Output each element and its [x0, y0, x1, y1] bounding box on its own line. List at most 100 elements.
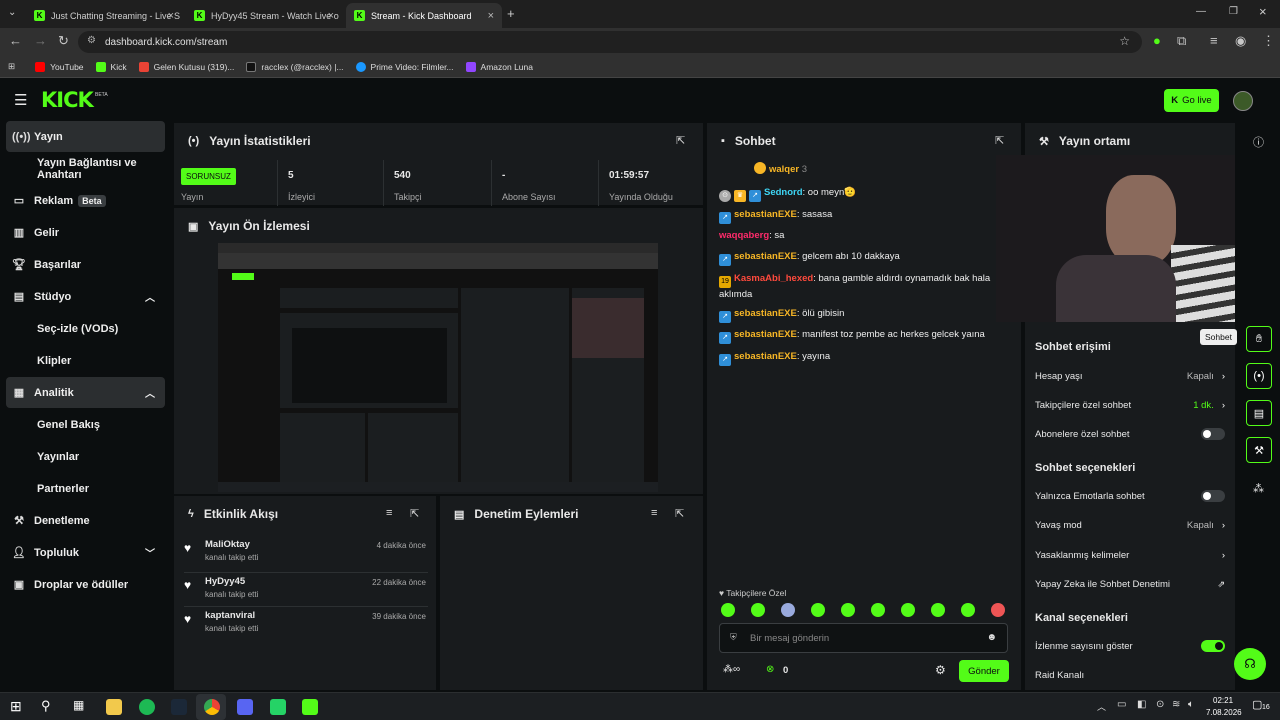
sidebar-item-genel-bakis[interactable]: Genel Bakış — [6, 409, 165, 440]
emote-icon[interactable] — [751, 603, 765, 617]
bookmark-kick[interactable]: Kick — [95, 61, 127, 72]
mic-icon[interactable]: ⊙ — [1156, 699, 1164, 710]
emote-icon[interactable] — [841, 603, 855, 617]
apps-grid-icon[interactable]: ⊞ — [8, 61, 15, 72]
close-icon[interactable]: × — [168, 10, 174, 22]
url-input[interactable]: ⚙ dashboard.kick.com/stream ☆ — [78, 31, 1142, 53]
kick-logo[interactable]: KICK — [41, 88, 94, 112]
go-live-button[interactable]: K Go live — [1164, 89, 1219, 112]
slow-mode-setting[interactable]: Yavaş mod Kapalı › — [1035, 517, 1225, 533]
tray-icon[interactable]: ◧ — [1137, 699, 1146, 710]
profile-icon[interactable]: ◉ — [1235, 33, 1246, 49]
emote-icon[interactable] — [961, 603, 975, 617]
popout-icon[interactable]: ⇱ — [995, 134, 1004, 147]
stream-preview-video[interactable] — [218, 243, 658, 492]
close-icon[interactable]: × — [488, 10, 494, 22]
minimize-icon[interactable]: — — [1196, 6, 1206, 17]
emote-icon[interactable] — [781, 603, 795, 617]
chrome-icon[interactable] — [204, 699, 220, 715]
popout-icon[interactable]: ⇱ — [410, 507, 419, 520]
ai-moderation-setting[interactable]: Yapay Zeka ile Sohbet Denetimi ⇗ — [1035, 576, 1225, 592]
bookmark-tiktok[interactable]: racclex (@racclex) |... — [246, 61, 344, 72]
sidebar-item-yayin[interactable]: ((•)) Yayın — [6, 121, 165, 152]
browser-tab-2[interactable]: K HyDyy45 Stream - Watch Live o × — [186, 3, 342, 28]
account-age-setting[interactable]: Hesap yaşı Kapalı › — [1035, 368, 1225, 384]
support-chat-icon[interactable]: ☊ — [1234, 648, 1266, 680]
raid-channel-setting[interactable]: Raid Kanalı — [1035, 667, 1225, 683]
sidebar-item-vods[interactable]: Seç-izle (VODs) — [6, 313, 165, 344]
gear-icon[interactable]: ⚙ — [935, 663, 946, 677]
chat-input[interactable]: ⛨ Bir mesaj gönderin ☻ — [719, 623, 1008, 653]
notification-icon[interactable]: ▢ — [1252, 698, 1262, 711]
subs-only-toggle[interactable] — [1201, 428, 1225, 440]
windows-start-icon[interactable]: ⊞ — [10, 698, 22, 715]
info-icon[interactable]: ⓘ — [1253, 134, 1264, 150]
chat-users-icon[interactable]: ⁂∞ — [723, 664, 740, 675]
sidebar-item-denetleme[interactable]: ⚒ Denetleme — [6, 505, 165, 536]
spotify-icon[interactable] — [139, 699, 155, 715]
clock-time[interactable]: 02:21 — [1213, 696, 1233, 705]
emote-icon[interactable] — [991, 603, 1005, 617]
emote-icon[interactable] — [811, 603, 825, 617]
tray-icon[interactable]: ▭ — [1117, 699, 1126, 710]
bookmark-gmail[interactable]: Gelen Kutusu (319)... — [138, 61, 234, 72]
show-viewers-toggle[interactable] — [1201, 640, 1225, 652]
tray-chevron-icon[interactable]: ︿ — [1097, 700, 1106, 713]
sidebar-item-analitik[interactable]: ▦ Analitik ︿ — [6, 377, 165, 408]
back-icon[interactable]: ← — [9, 33, 22, 48]
emotes-only-toggle[interactable] — [1201, 490, 1225, 502]
extension-icon[interactable]: ● — [1153, 33, 1161, 48]
filter-icon[interactable]: ≡ — [386, 507, 392, 519]
reading-list-icon[interactable]: ≡ — [1210, 33, 1218, 48]
sidebar-item-stream-key[interactable]: Yayın Bağlantısı ve Anahtarı — [6, 153, 176, 184]
extensions-puzzle-icon[interactable]: ⧉ — [1177, 33, 1186, 49]
emote-icon[interactable] — [931, 603, 945, 617]
search-icon[interactable]: ⚲ — [41, 698, 51, 714]
filter-icon[interactable]: ≡ — [651, 507, 657, 519]
emote-icon[interactable] — [901, 603, 915, 617]
chat-dock-button[interactable]: ✋︎ — [1246, 326, 1272, 352]
window-close-icon[interactable]: × — [1259, 4, 1267, 19]
broadcast-dock-button[interactable]: (•) — [1246, 363, 1272, 389]
browser-tab-1[interactable]: K Just Chatting Streaming - Live S × — [26, 3, 182, 28]
bookmark-youtube[interactable]: YouTube — [35, 61, 84, 72]
followers-only-setting[interactable]: Takipçilere özel sohbet 1 dk. › — [1035, 397, 1225, 413]
popout-icon[interactable]: ⇱ — [676, 134, 685, 147]
users-icon[interactable]: ⁂ — [1253, 482, 1264, 495]
site-info-icon[interactable]: ⚙ — [87, 35, 96, 46]
sidebar-item-partnerler[interactable]: Partnerler — [6, 473, 165, 504]
settings-dock-button[interactable]: ⚒ — [1246, 437, 1272, 463]
bookmark-luna[interactable]: Amazon Luna — [465, 61, 533, 72]
sidebar-item-studyo[interactable]: ▤ Stüdyo ︿ — [6, 281, 165, 312]
pinned-user[interactable]: walqer 3 — [754, 162, 807, 175]
sidebar-item-reklam[interactable]: ▭ Reklam Beta — [6, 185, 165, 216]
menu-dots-icon[interactable]: ⋮ — [1262, 33, 1275, 49]
stats-dock-button[interactable]: ▤ — [1246, 400, 1272, 426]
sidebar-item-yayinlar[interactable]: Yayınlar — [6, 441, 165, 472]
close-icon[interactable]: × — [328, 10, 334, 22]
kick-app-icon[interactable] — [302, 699, 318, 715]
file-explorer-icon[interactable] — [106, 699, 122, 715]
reload-icon[interactable]: ↻ — [58, 33, 69, 49]
bookmark-star-icon[interactable]: ☆ — [1119, 34, 1130, 48]
avatar[interactable] — [1233, 91, 1253, 111]
emote-icon[interactable] — [721, 603, 735, 617]
discord-icon[interactable] — [237, 699, 253, 715]
send-button[interactable]: Gönder — [959, 660, 1009, 682]
new-tab-icon[interactable]: + — [507, 6, 515, 21]
sidebar-item-gelir[interactable]: ▥ Gelir — [6, 217, 165, 248]
sidebar-item-klipler[interactable]: Klipler — [6, 345, 165, 376]
emoji-icon[interactable]: ☻ — [986, 632, 997, 643]
whatsapp-icon[interactable] — [270, 699, 286, 715]
task-view-icon[interactable]: ▦ — [73, 698, 84, 712]
wifi-icon[interactable]: ≋ — [1172, 699, 1180, 710]
clock-date[interactable]: 7.08.2026 — [1206, 708, 1242, 717]
browser-tab-3[interactable]: K Stream - Kick Dashboard × — [346, 3, 502, 28]
bookmark-prime[interactable]: Prime Video: Filmler... — [355, 61, 454, 72]
maximize-icon[interactable]: ❐ — [1229, 6, 1238, 17]
forward-icon[interactable]: → — [34, 33, 47, 48]
emote-icon[interactable] — [871, 603, 885, 617]
tab-list-icon[interactable]: ⌄ — [8, 7, 16, 18]
steam-icon[interactable] — [171, 699, 187, 715]
sidebar-item-topluluk[interactable]: 👤︎ Topluluk ﹀ — [6, 537, 165, 568]
